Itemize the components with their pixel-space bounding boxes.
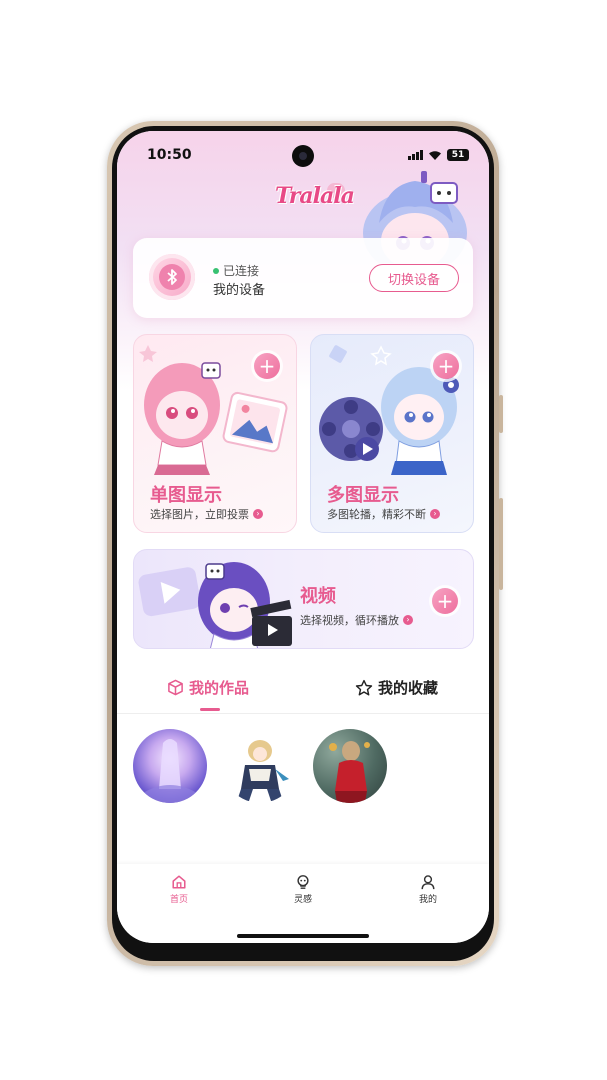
cube-icon	[168, 679, 183, 696]
multi-subtitle: 多图轮播，精彩不断 ›	[327, 506, 440, 522]
work-thumbnail[interactable]	[133, 729, 207, 803]
nav-inspiration-label: 灵感	[293, 895, 312, 905]
connection-status-label: 已连接	[223, 264, 260, 278]
app-logo: Tralala	[275, 183, 355, 209]
power-button	[499, 498, 503, 590]
tab-my-works-label: 我的作品	[189, 679, 250, 697]
device-name: 我的设备	[213, 283, 266, 298]
bulb-icon	[297, 875, 309, 889]
nav-home-label: 首页	[169, 895, 188, 905]
chevron-right-icon: ›	[430, 509, 440, 519]
chevron-right-icon: ›	[253, 509, 263, 519]
user-icon	[421, 875, 435, 890]
connected-dot-icon	[213, 267, 219, 274]
single-subtitle: 选择图片，立即投票 ›	[150, 506, 263, 522]
add-single-icon: +	[254, 353, 280, 379]
tab-my-favorites[interactable]: 我的收藏	[355, 677, 438, 698]
single-subtitle-text: 选择图片，立即投票	[150, 508, 249, 521]
wifi-icon	[429, 150, 441, 160]
bottom-nav: 首页 灵感 我的	[117, 864, 489, 943]
bluetooth-badge	[149, 254, 195, 300]
active-tab-indicator	[200, 708, 220, 711]
work-thumbnail[interactable]	[313, 729, 387, 803]
chevron-right-icon: ›	[403, 615, 413, 625]
device-card: 已连接 我的设备 切换设备	[133, 238, 473, 318]
video-illustration	[138, 562, 292, 648]
nav-inspiration[interactable]: 灵感	[273, 874, 333, 905]
status-icons: 51	[408, 149, 469, 161]
volume-button	[499, 395, 503, 433]
single-title: 单图显示	[150, 485, 222, 506]
add-video-icon: +	[432, 588, 458, 614]
works-list	[133, 729, 387, 803]
star-icon	[355, 679, 373, 695]
tab-my-works[interactable]: 我的作品	[167, 677, 249, 698]
tab-my-favorites-label: 我的收藏	[378, 679, 439, 697]
nav-mine[interactable]: 我的	[398, 874, 458, 905]
single-image-card[interactable]: + 单图显示 选择图片，立即投票 ›	[133, 334, 297, 533]
battery-icon: 51	[447, 149, 469, 161]
bluetooth-icon	[167, 269, 177, 285]
multi-title: 多图显示	[327, 485, 399, 506]
video-card[interactable]: 视频 选择视频，循环播放 › +	[133, 549, 474, 649]
video-subtitle-text: 选择视频，循环播放	[300, 614, 399, 627]
multi-image-card[interactable]: + 多图显示 多图轮播，精彩不断 ›	[310, 334, 474, 533]
add-multi-icon: +	[433, 353, 459, 379]
screen: 10:50 51 Tralala 已连接 我的设备 切换设备 + 单图显示 选择…	[117, 131, 489, 943]
nav-home[interactable]: 首页	[149, 874, 209, 905]
status-time: 10:50	[147, 147, 192, 163]
multi-subtitle-text: 多图轮播，精彩不断	[327, 508, 426, 521]
home-indicator	[237, 934, 369, 938]
camera-cutout	[292, 145, 314, 167]
connection-status: 已连接	[213, 262, 259, 279]
home-icon	[172, 875, 186, 889]
switch-device-button[interactable]: 切换设备	[369, 264, 459, 292]
video-subtitle: 选择视频，循环播放 ›	[300, 612, 413, 628]
work-thumbnail[interactable]	[223, 729, 297, 803]
works-tabs: 我的作品 我的收藏	[117, 667, 489, 714]
video-title: 视频	[300, 586, 336, 607]
nav-mine-label: 我的	[418, 895, 437, 905]
signal-icon	[408, 150, 423, 160]
